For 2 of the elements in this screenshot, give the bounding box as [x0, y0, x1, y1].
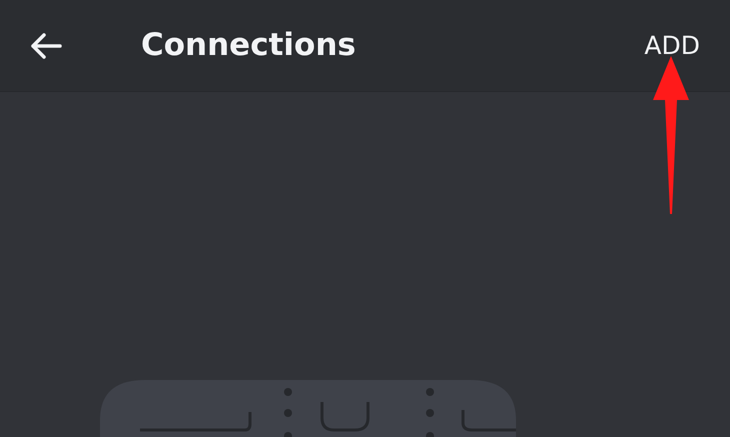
add-button[interactable]: ADD — [644, 26, 700, 64]
page-title: Connections — [141, 26, 356, 66]
